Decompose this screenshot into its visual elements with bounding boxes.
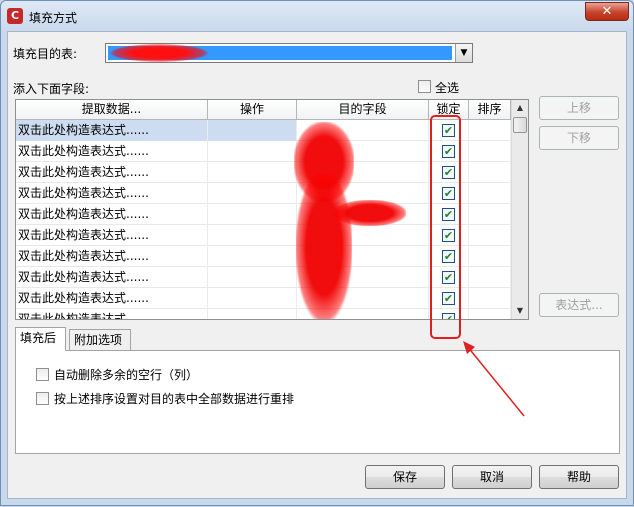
tab-after-fill[interactable]: 填充后 [15, 327, 66, 351]
arrow-line [466, 345, 525, 417]
annotation-arrow [463, 341, 525, 417]
fill-method-dialog: C 填充方式 ✕ 填充目的表: ▼ 添入下面字段: 全选 提取数据... 操作 … [0, 0, 634, 506]
arrow-head-icon [463, 341, 475, 354]
